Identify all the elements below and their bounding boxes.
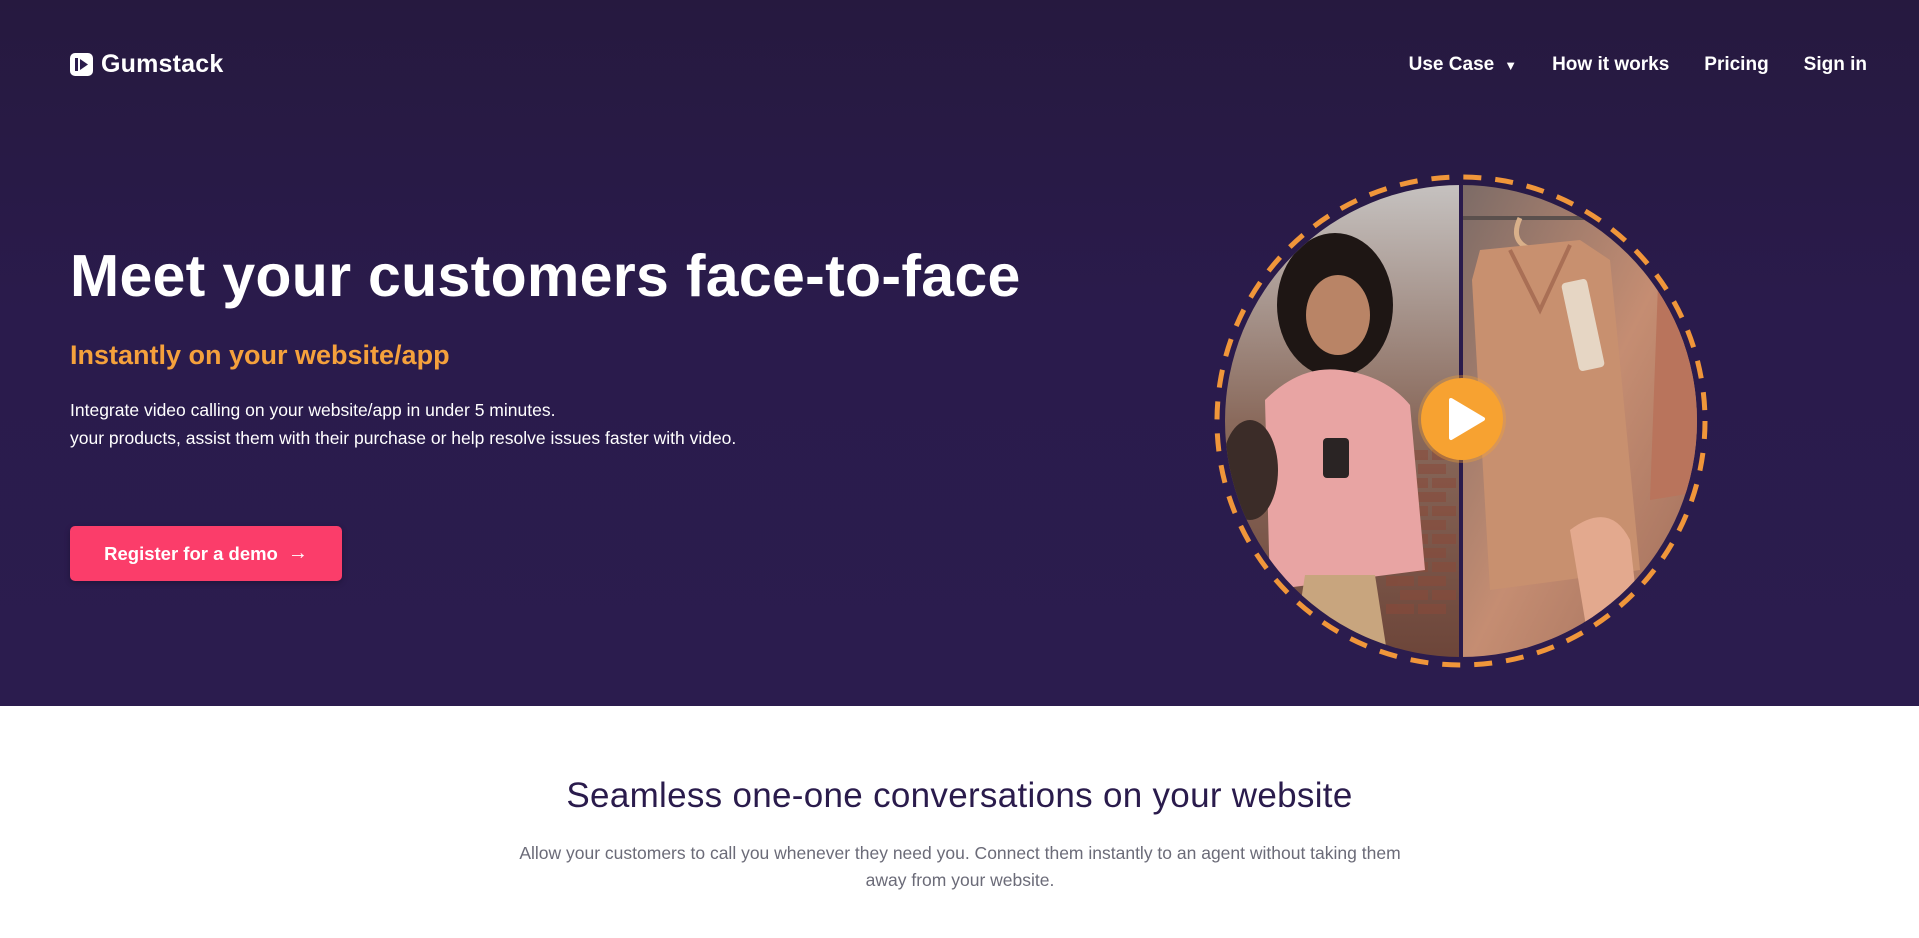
- brand-logo[interactable]: Gumstack: [70, 50, 224, 79]
- section-description: Allow your customers to call you wheneve…: [510, 840, 1410, 894]
- play-icon: [1449, 398, 1485, 440]
- arrow-right-icon: →: [287, 542, 308, 564]
- hero-title: Meet your customers face-to-face: [70, 243, 1021, 309]
- nav-use-case-label: Use Case: [1408, 54, 1495, 75]
- play-button[interactable]: [1421, 378, 1503, 460]
- nav-links: Use Case ▼ How it works Pricing Sign in: [1374, 54, 1867, 76]
- hero-section: Gumstack Use Case ▼ How it works Pricing…: [0, 0, 1919, 706]
- brand-name: Gumstack: [101, 50, 224, 78]
- hero-desc-line: Integrate video calling on your website/…: [70, 400, 556, 420]
- register-demo-button[interactable]: Register for a demo →: [70, 526, 342, 581]
- section-desc-line: Allow your customers to call you wheneve…: [519, 843, 1401, 863]
- nav-pricing[interactable]: Pricing: [1704, 54, 1768, 76]
- hero-desc-line: your products, assist them with their pu…: [70, 428, 737, 448]
- nav-sign-in[interactable]: Sign in: [1804, 54, 1867, 76]
- video-preview[interactable]: [1210, 170, 1712, 672]
- register-demo-label: Register for a demo: [104, 542, 278, 564]
- logo-icon: [70, 53, 93, 76]
- section-desc-line: away from your website.: [865, 870, 1055, 890]
- features-section: Seamless one-one conversations on your w…: [0, 706, 1919, 938]
- nav-use-case[interactable]: Use Case ▼: [1409, 54, 1517, 76]
- section-title: Seamless one-one conversations on your w…: [566, 776, 1353, 815]
- nav-how-it-works[interactable]: How it works: [1552, 54, 1669, 76]
- hero-subtitle: Instantly on your website/app: [70, 340, 450, 370]
- top-nav: Gumstack Use Case ▼ How it works Pricing…: [0, 0, 1919, 130]
- caret-down-icon: ▼: [1504, 57, 1518, 73]
- hero-description: Integrate video calling on your website/…: [70, 396, 736, 452]
